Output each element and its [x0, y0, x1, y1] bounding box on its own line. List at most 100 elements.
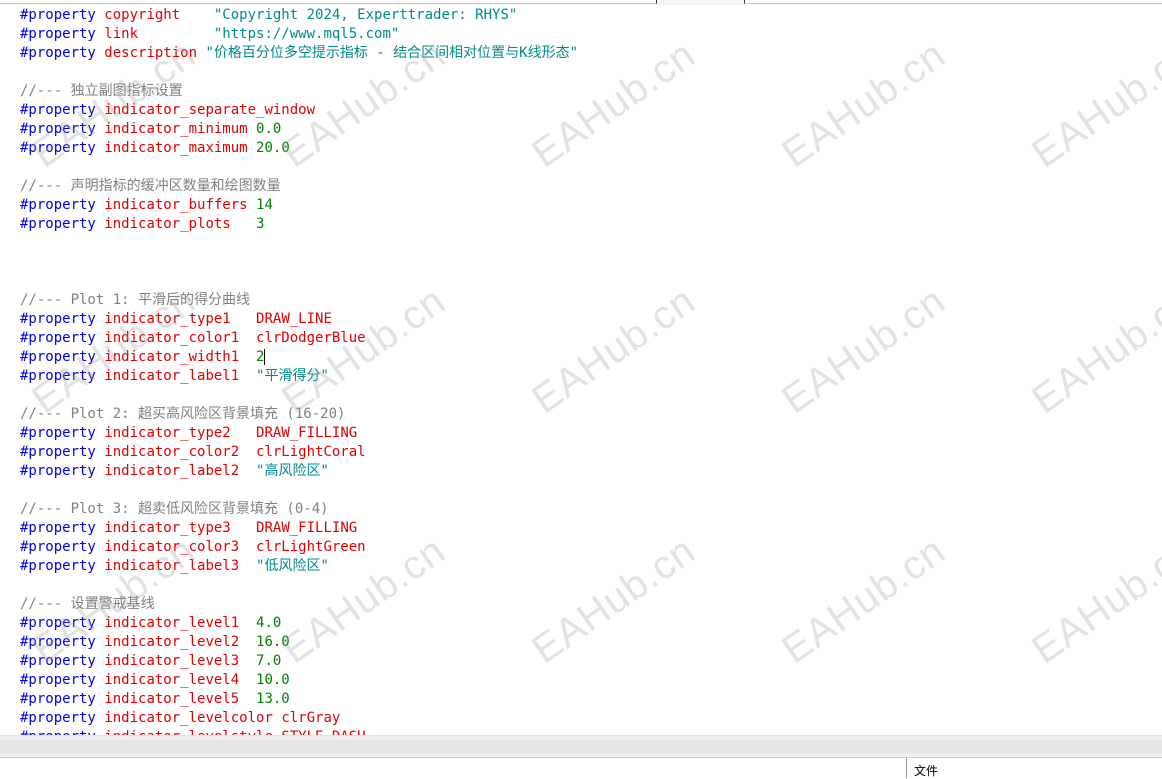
code-token-kw: #property — [20, 672, 96, 688]
code-line: #property indicator_plots 3 — [20, 215, 578, 234]
code-token-num: 0.0 — [256, 121, 282, 137]
code-line: #property indicator_label2 "高风险区" — [20, 462, 578, 481]
code-token-kw: #property — [20, 330, 96, 346]
code-token-prop: indicator_plots — [104, 216, 231, 232]
code-token-num: 20.0 — [256, 140, 290, 156]
code-line: #property indicator_width1 2 — [20, 348, 578, 367]
code-token-kw: #property — [20, 121, 96, 137]
code-line: #property description "价格百分位多空提示指标 - 结合区… — [20, 44, 578, 63]
code-line: #property indicator_level4 10.0 — [20, 671, 578, 690]
code-token-prop: clrDodgerBlue — [256, 330, 366, 346]
code-token-num: 14 — [256, 197, 273, 213]
code-line: #property indicator_levelstyle STYLE_DAS… — [20, 728, 578, 735]
code-line: #property indicator_type3 DRAW_FILLING — [20, 519, 578, 538]
code-editor[interactable]: #property copyright "Copyright 2024, Exp… — [0, 5, 1162, 735]
code-line: //--- Plot 1: 平滑后的得分曲线 — [20, 291, 578, 310]
file-tab[interactable]: 文件 — [906, 758, 1162, 778]
code-line: #property indicator_separate_window — [20, 101, 578, 120]
code-token-kw: #property — [20, 311, 96, 327]
bottom-panel-bar: 文件 — [0, 757, 1162, 778]
code-line: //--- 设置警戒基线 — [20, 595, 578, 614]
code-line: #property indicator_level2 16.0 — [20, 633, 578, 652]
code-token-cm: //--- Plot 3: 超卖低风险区背景填充 (0-4) — [20, 501, 329, 517]
code-token-prop: indicator_maximum — [104, 140, 248, 156]
code-token-prop: indicator_levelcolor — [104, 710, 273, 726]
code-lines: #property copyright "Copyright 2024, Exp… — [20, 6, 578, 735]
code-line: //--- Plot 2: 超买高风险区背景填充 (16-20) — [20, 405, 578, 424]
editor-tab-right[interactable] — [744, 0, 1162, 4]
file-tab-label: 文件 — [914, 764, 939, 778]
code-token-prop: clrGray — [281, 710, 341, 726]
code-token-prop: indicator_level3 — [104, 653, 240, 669]
code-token-cm: //--- 独立副图指标设置 — [20, 83, 183, 99]
code-token-kw: #property — [20, 45, 96, 61]
code-token-prop: clrLightGreen — [256, 539, 366, 555]
code-line: #property indicator_level5 13.0 — [20, 690, 578, 709]
code-line: #property indicator_type2 DRAW_FILLING — [20, 424, 578, 443]
code-token-prop: indicator_level5 — [104, 691, 240, 707]
code-token-cm: //--- Plot 1: 平滑后的得分曲线 — [20, 292, 251, 308]
code-line: #property indicator_color3 clrLightGreen — [20, 538, 578, 557]
code-token-prop: copyright — [104, 7, 181, 23]
scrollbar-thumb[interactable] — [0, 740, 1162, 754]
code-line: #property indicator_level1 4.0 — [20, 614, 578, 633]
code-token-kw: #property — [20, 520, 96, 536]
code-token-kw: #property — [20, 615, 96, 631]
code-token-kw: #property — [20, 368, 96, 384]
code-token-cm: //--- Plot 2: 超买高风险区背景填充 (16-20) — [20, 406, 346, 422]
code-token-prop: indicator_level2 — [104, 634, 240, 650]
code-line: #property indicator_label3 "低风险区" — [20, 557, 578, 576]
code-token-kw: #property — [20, 425, 96, 441]
code-token-prop: link — [104, 26, 139, 42]
code-token-str: "平滑得分" — [256, 368, 329, 384]
code-line: #property link "https://www.mql5.com" — [20, 25, 578, 44]
code-token-prop: indicator_level4 — [104, 672, 240, 688]
code-token-num: 7.0 — [256, 653, 282, 669]
code-token-prop: DRAW_FILLING — [256, 520, 358, 536]
editor-tab-left[interactable] — [0, 0, 657, 4]
code-token-kw: #property — [20, 634, 96, 650]
code-line: #property indicator_minimum 0.0 — [20, 120, 578, 139]
code-token-kw: #property — [20, 558, 96, 574]
text-caret — [264, 349, 266, 365]
code-line: #property indicator_type1 DRAW_LINE — [20, 310, 578, 329]
code-token-kw: #property — [20, 140, 96, 156]
code-token-kw: #property — [20, 444, 96, 460]
code-token-prop: indicator_type2 — [104, 425, 231, 441]
code-token-prop: indicator_label2 — [104, 463, 240, 479]
code-line: #property copyright "Copyright 2024, Exp… — [20, 6, 578, 25]
code-token-prop: indicator_buffers — [104, 197, 248, 213]
code-token-num: 10.0 — [256, 672, 290, 688]
code-token-cm: //--- 设置警戒基线 — [20, 596, 155, 612]
code-token-prop: indicator_label1 — [104, 368, 240, 384]
horizontal-scrollbar[interactable] — [0, 735, 1162, 758]
code-token-num: 16.0 — [256, 634, 290, 650]
code-token-kw: #property — [20, 539, 96, 555]
code-token-prop: indicator_type1 — [104, 311, 231, 327]
code-token-kw: #property — [20, 691, 96, 707]
code-line: #property indicator_level3 7.0 — [20, 652, 578, 671]
code-line: //--- 声明指标的缓冲区数量和绘图数量 — [20, 177, 578, 196]
code-token-prop: indicator_color3 — [104, 539, 240, 555]
code-token-prop: indicator_type3 — [104, 520, 231, 536]
